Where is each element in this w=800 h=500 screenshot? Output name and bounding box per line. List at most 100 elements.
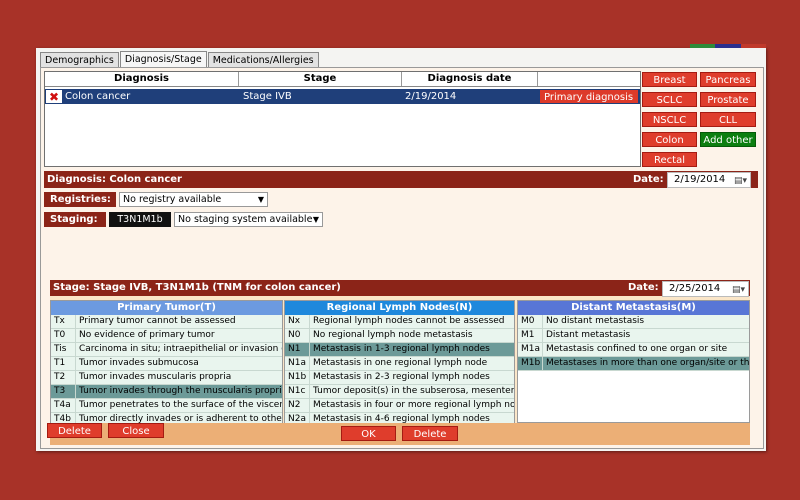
row-code: T3: [51, 385, 76, 398]
chevron-down-icon: ▼: [257, 195, 264, 204]
flag-column-header: [538, 72, 640, 86]
row-description: No distant metastasis: [546, 316, 645, 326]
tab-medications-allergies[interactable]: Medications/Allergies: [207, 52, 319, 68]
breast-button[interactable]: Breast: [642, 72, 697, 87]
close-button[interactable]: Close: [108, 423, 164, 438]
row-code: Nx: [285, 315, 310, 328]
row-description: Tumor penetrates to the surface of the v…: [79, 400, 282, 410]
metastasis-row[interactable]: M1a Metastasis confined to one organ or s…: [518, 343, 749, 357]
diagnosis-stage: Stage IVB: [243, 91, 292, 102]
colon-button[interactable]: Colon: [642, 132, 697, 147]
primary-tumor-row[interactable]: T4a Tumor penetrates to the surface of th…: [51, 399, 282, 413]
primary-tumor-header: Primary Tumor(T): [51, 301, 282, 315]
diagnosis-column-header[interactable]: Diagnosis: [45, 72, 239, 86]
primary-tumor-row[interactable]: Tx Primary tumor cannot be assessed: [51, 315, 282, 329]
rectal-button[interactable]: Rectal: [642, 152, 697, 167]
row-code: N1: [285, 343, 310, 356]
row-code: M0: [518, 315, 543, 328]
primary-tumor-row[interactable]: T1 Tumor invades submucosa: [51, 357, 282, 371]
row-code: N1c: [285, 385, 310, 398]
ok-button[interactable]: OK: [341, 426, 396, 441]
diagnosis-section-header: Diagnosis: Colon cancer Date:: [44, 171, 758, 188]
row-code: M1b: [518, 357, 543, 370]
staging-code-badge: T3N1M1b: [109, 212, 171, 227]
row-description: Metastasis in 1-3 regional lymph nodes: [313, 344, 490, 354]
lymph-node-row[interactable]: N1b Metastasis in 2-3 regional lymph node…: [285, 371, 514, 385]
row-description: Metastasis in one regional lymph node: [313, 358, 488, 368]
tab-demographics[interactable]: Demographics: [40, 52, 119, 68]
registry-select-value: No registry available: [123, 194, 222, 205]
row-code: N1a: [285, 357, 310, 370]
diagnosis-date-picker[interactable]: 2/19/2014 ▤▾: [667, 172, 751, 188]
primary-tumor-row[interactable]: T3 Tumor invades through the muscularis p…: [51, 385, 282, 399]
row-description: Regional lymph nodes cannot be assessed: [313, 316, 505, 326]
row-description: Primary tumor cannot be assessed: [79, 316, 236, 326]
diagnosis-stage-panel: Diagnosis Stage Diagnosis date ✖ Colon c…: [40, 67, 764, 449]
metastasis-header: Distant Metastasis(M): [518, 301, 749, 315]
row-description: Tumor invades through the muscularis pro…: [79, 386, 282, 396]
stage-delete-button[interactable]: Delete: [402, 426, 458, 441]
metastasis-row[interactable]: M1b Metastases in more than one organ/sit…: [518, 357, 749, 371]
diagnosis-section-title: Diagnosis: Colon cancer: [47, 174, 182, 185]
primary-tumor-row[interactable]: Tis Carcinoma in situ; intraepithelial or…: [51, 343, 282, 357]
row-description: No evidence of primary tumor: [79, 330, 215, 340]
sclc-button[interactable]: SCLC: [642, 92, 697, 107]
lymph-nodes-list: Regional Lymph Nodes(N) Nx Regional lymph…: [284, 300, 515, 441]
staging-system-select[interactable]: No staging system available ▼: [174, 212, 323, 227]
calendar-icon[interactable]: ▤▾: [734, 174, 747, 188]
delete-button[interactable]: Delete: [47, 423, 102, 438]
row-description: Distant metastasis: [546, 330, 631, 340]
color-strip: [690, 44, 766, 48]
delete-x-icon[interactable]: ✖: [46, 90, 62, 104]
lymph-node-row[interactable]: N1 Metastasis in 1-3 regional lymph nodes: [285, 343, 514, 357]
row-code: T1: [51, 357, 76, 370]
diagnosis-date-column-header[interactable]: Diagnosis date: [402, 72, 538, 86]
diagnosis-list: Diagnosis Stage Diagnosis date ✖ Colon c…: [44, 71, 641, 167]
row-description: Metastasis confined to one organ or site: [546, 344, 728, 354]
diagnosis-row[interactable]: ✖ Colon cancer Stage IVB 2/19/2014 Prima…: [45, 89, 640, 104]
primary-tumor-list: Primary Tumor(T) Tx Primary tumor cannot …: [50, 300, 283, 427]
tab-diagnosis-stage[interactable]: Diagnosis/Stage: [119, 51, 207, 68]
row-description: Tumor deposit(s) in the subserosa, mesen…: [313, 386, 514, 396]
metastasis-row[interactable]: M1 Distant metastasis: [518, 329, 749, 343]
diagnosis-list-header: Diagnosis Stage Diagnosis date: [45, 72, 640, 87]
stage-date-value: 2/25/2014: [669, 283, 721, 294]
primary-tumor-row[interactable]: T0 No evidence of primary tumor: [51, 329, 282, 343]
metastasis-row[interactable]: M0 No distant metastasis: [518, 315, 749, 329]
lymph-node-row[interactable]: N1c Tumor deposit(s) in the subserosa, me…: [285, 385, 514, 399]
lymph-node-row[interactable]: Nx Regional lymph nodes cannot be assesse…: [285, 315, 514, 329]
row-description: Metastases in more than one organ/site o…: [546, 358, 749, 368]
stage-date-picker[interactable]: 2/25/2014 ▤▾: [662, 281, 749, 297]
row-code: T0: [51, 329, 76, 342]
diagnosis-name: Colon cancer: [65, 91, 131, 102]
lymph-node-row[interactable]: N2 Metastasis in four or more regional ly…: [285, 399, 514, 413]
row-description: Metastasis in four or more regional lymp…: [313, 400, 514, 410]
primary-diagnosis-badge: Primary diagnosis: [540, 90, 638, 103]
registry-select[interactable]: No registry available ▼: [119, 192, 268, 207]
stage-section: Stage: Stage IVB, T3N1M1b (TNM for colon…: [50, 280, 750, 445]
nsclc-button[interactable]: NSCLC: [642, 112, 697, 127]
prostate-button[interactable]: Prostate: [700, 92, 756, 107]
chevron-down-icon: ▼: [312, 215, 319, 224]
patient-window: Demographics Diagnosis/Stage Medications…: [36, 44, 766, 451]
lymph-node-row[interactable]: N1a Metastasis in one regional lymph node: [285, 357, 514, 371]
row-description: Tumor invades muscularis propria: [79, 372, 232, 382]
stage-date-label: Date:: [628, 282, 659, 293]
lymph-node-row[interactable]: N0 No regional lymph node metastasis: [285, 329, 514, 343]
row-code: N2: [285, 399, 310, 412]
row-description: No regional lymph node metastasis: [313, 330, 473, 340]
row-code: Tx: [51, 315, 76, 328]
row-code: Tis: [51, 343, 76, 356]
lymph-nodes-header: Regional Lymph Nodes(N): [285, 301, 514, 315]
metastasis-list: Distant Metastasis(M) M0 No distant metas…: [517, 300, 750, 423]
calendar-icon[interactable]: ▤▾: [732, 283, 745, 297]
stage-section-title: Stage: Stage IVB, T3N1M1b (TNM for colon…: [53, 282, 341, 293]
pancreas-button[interactable]: Pancreas: [700, 72, 756, 87]
stage-column-header[interactable]: Stage: [239, 72, 402, 86]
add-other-button[interactable]: Add other: [700, 132, 756, 147]
primary-tumor-row[interactable]: T2 Tumor invades muscularis propria: [51, 371, 282, 385]
row-description: Tumor invades submucosa: [79, 358, 199, 368]
row-code: N0: [285, 329, 310, 342]
cll-button[interactable]: CLL: [700, 112, 756, 127]
row-description: Metastasis in 2-3 regional lymph nodes: [313, 372, 490, 382]
